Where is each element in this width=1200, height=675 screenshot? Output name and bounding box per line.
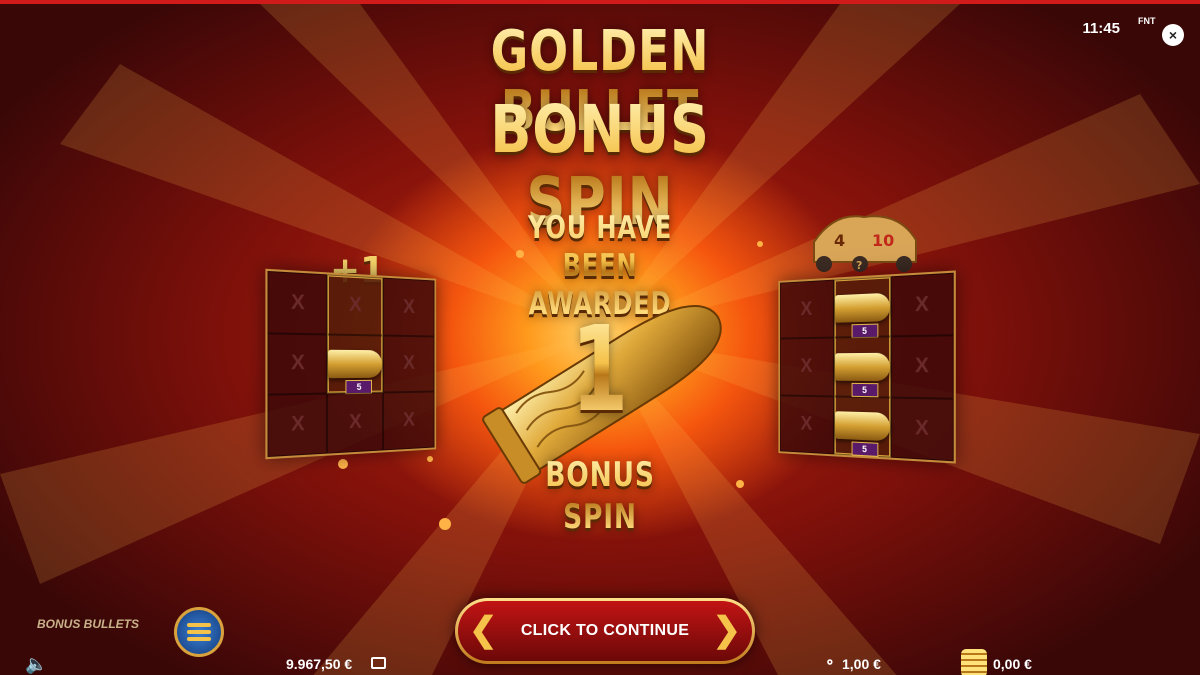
bullet-value: 5: [345, 379, 373, 395]
bullet-cell: 5: [833, 276, 892, 338]
awarded-line-1: YOU HAVE BEEN: [527, 210, 673, 284]
x-symbol: X: [382, 335, 435, 393]
awarded-label: BONUS SPIN: [506, 454, 693, 538]
bet-chips-icon[interactable]: ⚬: [824, 654, 836, 671]
right-reel-grid: X 5 X X 5 X X 5 X: [778, 270, 956, 464]
menu-icon: [187, 620, 211, 644]
x-symbol: X: [891, 272, 954, 337]
chevron-right-icon: ❯: [712, 611, 742, 649]
x-symbol: X: [267, 393, 328, 457]
click-to-continue-button[interactable]: CLICK TO CONTINUE ❮ ❯: [455, 598, 755, 664]
golden-bullet-icon: 5: [834, 292, 891, 338]
bullet-cell: 5: [327, 334, 383, 395]
golden-bullet-icon: 5: [834, 352, 891, 398]
close-icon[interactable]: ×: [1162, 24, 1184, 46]
bullet-cell: 5: [833, 396, 892, 458]
golden-bullet-icon: 5: [328, 349, 382, 395]
x-symbol: X: [382, 391, 435, 451]
chevron-left-icon: ❮: [469, 611, 498, 649]
bullet-value: 5: [851, 382, 879, 398]
x-symbol: X: [780, 337, 834, 397]
x-symbol: X: [267, 270, 328, 335]
meter-right-value: 10: [872, 231, 894, 250]
balance-value: 9.967,50 €: [286, 656, 353, 672]
bullet-value: 5: [851, 441, 879, 458]
win-value: 0,00 €: [993, 656, 1032, 672]
bet-value[interactable]: 1,00 €: [842, 656, 881, 672]
awarded-count: 1: [558, 309, 642, 429]
x-symbol: X: [327, 274, 383, 336]
x-symbol: X: [780, 395, 834, 455]
x-symbol: X: [891, 335, 954, 399]
feature-label: BONUS BULLETS: [37, 617, 139, 631]
meter-left-value: 4: [834, 231, 845, 250]
wallet-icon: [371, 657, 386, 669]
provider-logo: FNT: [1138, 16, 1156, 26]
golden-bullet-icon: 5: [834, 411, 891, 458]
x-symbol: X: [780, 279, 834, 339]
left-reel-grid: X X X X 5 X X X X: [265, 268, 437, 460]
x-symbol: X: [891, 397, 954, 462]
x-symbol: X: [327, 392, 383, 454]
continue-button-label: CLICK TO CONTINUE: [520, 622, 690, 639]
coin-stack-icon: [961, 649, 987, 675]
speaker-icon[interactable]: 🔈: [25, 654, 47, 675]
x-symbol: X: [267, 332, 328, 395]
meter-mystery: ?: [856, 259, 862, 272]
bullet-cell: 5: [833, 336, 892, 398]
x-symbol: X: [382, 277, 435, 337]
game-stage: GOLDEN BULLET BONUS SPIN 11:45 FNT × +1 …: [0, 0, 1200, 675]
clock: 11:45: [1082, 20, 1120, 37]
bullet-meter: 4 10 ?: [813, 215, 917, 272]
menu-button[interactable]: [174, 607, 224, 657]
bullet-value: 5: [851, 323, 879, 338]
